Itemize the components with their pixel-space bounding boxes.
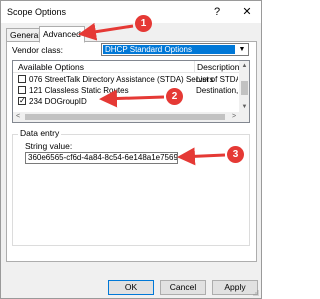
checkbox-checked[interactable]: ✓ xyxy=(18,97,26,105)
column-header-description[interactable]: Description xyxy=(197,62,240,72)
horizontal-scrollbar[interactable]: < > xyxy=(13,112,239,122)
option-description: Destination, xyxy=(196,86,238,95)
list-item[interactable]: 076 StreetTalk Directory Assistance (STD… xyxy=(13,74,239,85)
vendor-class-label: Vendor class: xyxy=(12,45,64,55)
scope-options-dialog: Scope Options ? ✕ General Advanced Vendo… xyxy=(0,0,262,299)
option-description: List of STDA xyxy=(196,75,238,84)
scroll-thumb[interactable] xyxy=(241,81,248,95)
option-name: 076 StreetTalk Directory Assistance (STD… xyxy=(29,75,214,84)
scroll-right-icon[interactable]: > xyxy=(229,112,239,122)
apply-button[interactable]: Apply xyxy=(212,280,258,295)
resize-grip-icon[interactable] xyxy=(253,290,259,296)
vertical-scrollbar[interactable]: ▲ ▼ xyxy=(239,61,249,112)
close-button[interactable]: ✕ xyxy=(238,4,256,20)
vendor-class-value: DHCP Standard Options xyxy=(103,45,235,54)
annotation-badge-3: 3 xyxy=(227,146,244,163)
scroll-down-icon[interactable]: ▼ xyxy=(239,102,249,112)
help-button[interactable]: ? xyxy=(208,4,226,20)
scroll-up-icon[interactable]: ▲ xyxy=(239,61,249,71)
list-header: Available Options Description xyxy=(13,61,240,73)
string-value-label: String value: xyxy=(25,141,73,151)
column-header-available-options[interactable]: Available Options xyxy=(18,62,84,72)
scrollbar-corner xyxy=(239,112,249,122)
annotation-badge-2: 2 xyxy=(166,88,183,105)
option-name: 121 Classless Static Routes xyxy=(29,86,129,95)
checkbox[interactable] xyxy=(18,75,26,83)
annotation-badge-1: 1 xyxy=(135,15,152,32)
scroll-thumb[interactable] xyxy=(25,114,225,120)
data-entry-title: Data entry xyxy=(18,128,62,138)
checkbox[interactable] xyxy=(18,86,26,94)
string-value-input[interactable]: 360e6565-cf6d-4a84-8c54-6e148a1e7569 xyxy=(25,152,178,164)
option-name: 234 DOGroupID xyxy=(29,97,87,106)
list-item[interactable]: 121 Classless Static Routes Destination, xyxy=(13,85,239,96)
cancel-button[interactable]: Cancel xyxy=(160,280,206,295)
title-bar: Scope Options ? ✕ xyxy=(1,1,261,23)
available-options-list[interactable]: Available Options Description 076 Street… xyxy=(12,60,250,123)
window-title: Scope Options xyxy=(7,7,67,17)
scroll-left-icon[interactable]: < xyxy=(13,112,23,122)
ok-button[interactable]: OK xyxy=(108,280,154,295)
column-divider[interactable] xyxy=(194,61,195,73)
chevron-down-icon[interactable]: ▼ xyxy=(236,44,248,55)
vendor-class-dropdown[interactable]: DHCP Standard Options ▼ xyxy=(101,43,249,56)
list-item[interactable]: ✓ 234 DOGroupID xyxy=(13,96,239,107)
tab-advanced[interactable]: Advanced xyxy=(39,26,85,43)
